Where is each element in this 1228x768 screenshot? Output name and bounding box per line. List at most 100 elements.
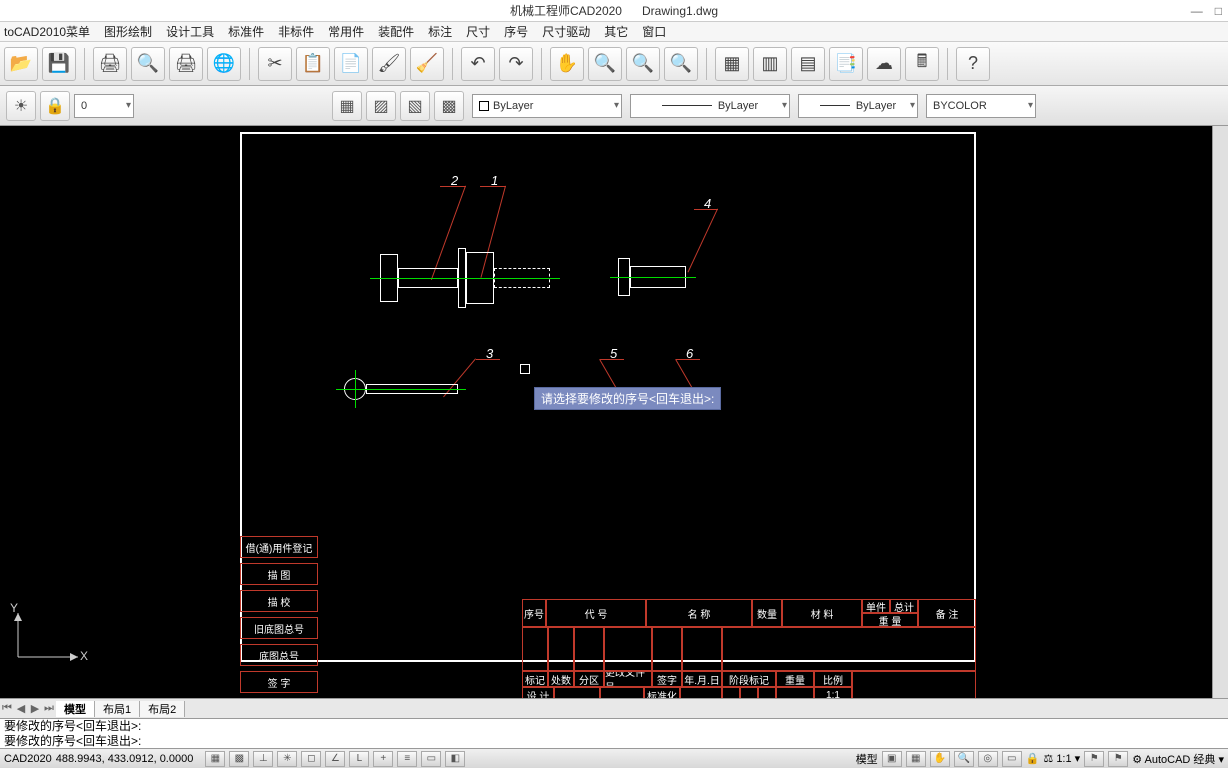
workspace-switcher[interactable]: ⚙ AutoCAD 经典 ▾ <box>1132 751 1224 767</box>
layer-match-icon[interactable]: ▩ <box>434 91 464 121</box>
showmotion-icon[interactable]: ▭ <box>1002 751 1022 767</box>
quickview-drawings-icon[interactable]: ▦ <box>906 751 926 767</box>
calc-button[interactable]: 🖩 <box>905 47 939 81</box>
polar-toggle[interactable]: ✳ <box>277 751 297 767</box>
tool-palettes-button[interactable]: ▤ <box>791 47 825 81</box>
copy-button[interactable]: 📋 <box>296 47 330 81</box>
zoom-window-button[interactable]: 🔍 <box>626 47 660 81</box>
menu-assembly[interactable]: 装配件 <box>378 23 414 40</box>
erase-button[interactable]: 🧹 <box>410 47 444 81</box>
status-bar: CAD2020 488.9943, 433.0912, 0.0000 ▦ ▩ ⊥… <box>0 748 1228 768</box>
crosshair-cursor <box>520 364 530 374</box>
app-name: 机械工程师CAD2020 <box>510 4 622 18</box>
tab-model[interactable]: 模型 <box>56 701 95 717</box>
menu-window[interactable]: 窗口 <box>642 23 666 40</box>
osnap-toggle[interactable]: ◻ <box>301 751 321 767</box>
menu-other[interactable]: 其它 <box>604 23 628 40</box>
menu-annotate[interactable]: 标注 <box>428 23 452 40</box>
save-button[interactable]: 💾 <box>42 47 76 81</box>
publish-button[interactable]: 🌐 <box>207 47 241 81</box>
layer-iso-icon[interactable]: ▨ <box>366 91 396 121</box>
menu-draw[interactable]: 图形绘制 <box>104 23 152 40</box>
command-history: 要修改的序号<回车退出>: <box>4 719 1224 734</box>
steering-wheel-icon[interactable]: ◎ <box>978 751 998 767</box>
properties-bar: ☀ 🔒 0▾ ▦ ▨ ▧ ▩ ByLayer▾ ByLayer▾ ByLayer… <box>0 86 1228 126</box>
side-cell: 描 图 <box>240 563 318 585</box>
print-button[interactable]: 🖨 <box>93 47 127 81</box>
menu-dimension[interactable]: 尺寸 <box>466 23 490 40</box>
layer-prev-icon[interactable]: ▧ <box>400 91 430 121</box>
status-model[interactable]: 模型 <box>856 751 878 767</box>
side-cell: 旧底图总号 <box>240 617 318 639</box>
paste-button[interactable]: 📄 <box>334 47 368 81</box>
markup-button[interactable]: ☁ <box>867 47 901 81</box>
lwt-toggle[interactable]: ≡ <box>397 751 417 767</box>
linetype-dropdown[interactable]: ByLayer▾ <box>630 94 790 118</box>
cut-button[interactable]: ✂ <box>258 47 292 81</box>
menu-dim-drive[interactable]: 尺寸驱动 <box>542 23 590 40</box>
ducs-toggle[interactable]: L <box>349 751 369 767</box>
title-bar: 机械工程师CAD2020 Drawing1.dwg — □ <box>0 0 1228 22</box>
command-line[interactable]: 要修改的序号<回车退出>: 要修改的序号<回车退出>: <box>0 718 1228 748</box>
design-center-button[interactable]: ▥ <box>753 47 787 81</box>
status-coords: 488.9943, 433.0912, 0.0000 <box>56 753 194 765</box>
zoom-status-icon[interactable]: 🔍 <box>954 751 974 767</box>
tab-first-icon[interactable]: ⏮ <box>0 702 14 715</box>
model-space-toggle[interactable]: ◧ <box>445 751 465 767</box>
dyn-toggle[interactable]: + <box>373 751 393 767</box>
maximize-icon[interactable]: □ <box>1215 4 1222 18</box>
qp-toggle[interactable]: ▭ <box>421 751 441 767</box>
annotation-scale[interactable]: ⚖ 1:1 ▾ <box>1043 752 1080 765</box>
pan-status-icon[interactable]: ✋ <box>930 751 950 767</box>
command-input[interactable]: 要修改的序号<回车退出>: <box>4 734 1224 749</box>
annotation-auto-icon[interactable]: ⚑ <box>1108 751 1128 767</box>
menu-standard-parts[interactable]: 标准件 <box>228 23 264 40</box>
vertical-scrollbar[interactable] <box>1212 126 1228 698</box>
side-cell: 底图总号 <box>240 644 318 666</box>
ortho-toggle[interactable]: ⊥ <box>253 751 273 767</box>
plotstyle-dropdown[interactable]: BYCOLOR▾ <box>926 94 1036 118</box>
otrack-toggle[interactable]: ∠ <box>325 751 345 767</box>
tab-last-icon[interactable]: ⏭ <box>42 702 56 715</box>
menu-common[interactable]: 常用件 <box>328 23 364 40</box>
tab-layout1[interactable]: 布局1 <box>95 701 140 717</box>
sheet-set-button[interactable]: 📑 <box>829 47 863 81</box>
color-dropdown[interactable]: ByLayer▾ <box>472 94 622 118</box>
pan-button[interactable]: ✋ <box>550 47 584 81</box>
menu-balloon[interactable]: 序号 <box>504 23 528 40</box>
grid-toggle[interactable]: ▩ <box>229 751 249 767</box>
annotation-vis-icon[interactable]: ⚑ <box>1084 751 1104 767</box>
layer-manager-icon[interactable]: ▦ <box>332 91 362 121</box>
layer-state-icon[interactable]: ☀ <box>6 91 36 121</box>
menu-bar: toCAD2010菜单 图形绘制 设计工具 标准件 非标件 常用件 装配件 标注… <box>0 22 1228 42</box>
doc-name: Drawing1.dwg <box>642 4 718 18</box>
redo-button[interactable]: ↷ <box>499 47 533 81</box>
layer-lock-icon[interactable]: 🔒 <box>40 91 70 121</box>
menu-design-tools[interactable]: 设计工具 <box>166 23 214 40</box>
tab-next-icon[interactable]: ▶ <box>28 702 42 715</box>
properties-button[interactable]: ▦ <box>715 47 749 81</box>
open-button[interactable]: 📂 <box>4 47 38 81</box>
drawing-canvas[interactable]: 借(通)用件登记 描 图 描 校 旧底图总号 底图总号 签 字 日 期 1 2 … <box>0 126 1228 698</box>
main-toolbar: 📂 💾 🖨 🔍 🖨 🌐 ✂ 📋 📄 🖌 🧹 ↶ ↷ ✋ 🔍 🔍 🔍 ▦ ▥ ▤ … <box>0 42 1228 86</box>
zoom-previous-button[interactable]: 🔍 <box>664 47 698 81</box>
annotation-lock-icon[interactable]: 🔒 <box>1026 752 1040 765</box>
print-preview-button[interactable]: 🔍 <box>131 47 165 81</box>
lineweight-dropdown[interactable]: ByLayer▾ <box>798 94 918 118</box>
plot-button[interactable]: 🖨 <box>169 47 203 81</box>
status-app: CAD2020 <box>4 753 52 765</box>
menu-autocad2010[interactable]: toCAD2010菜单 <box>4 23 90 40</box>
tab-layout2[interactable]: 布局2 <box>140 701 185 717</box>
undo-button[interactable]: ↶ <box>461 47 495 81</box>
zoom-realtime-button[interactable]: 🔍 <box>588 47 622 81</box>
tab-prev-icon[interactable]: ◀ <box>14 702 28 715</box>
revision-table: 借(通)用件登记 描 图 描 校 旧底图总号 底图总号 签 字 日 期 <box>240 536 318 698</box>
menu-nonstandard[interactable]: 非标件 <box>278 23 314 40</box>
snap-toggle[interactable]: ▦ <box>205 751 225 767</box>
side-cell: 描 校 <box>240 590 318 612</box>
minimize-icon[interactable]: — <box>1191 4 1203 18</box>
help-button[interactable]: ? <box>956 47 990 81</box>
match-props-button[interactable]: 🖌 <box>372 47 406 81</box>
layer-dropdown[interactable]: 0▾ <box>74 94 134 118</box>
quickview-layouts-icon[interactable]: ▣ <box>882 751 902 767</box>
